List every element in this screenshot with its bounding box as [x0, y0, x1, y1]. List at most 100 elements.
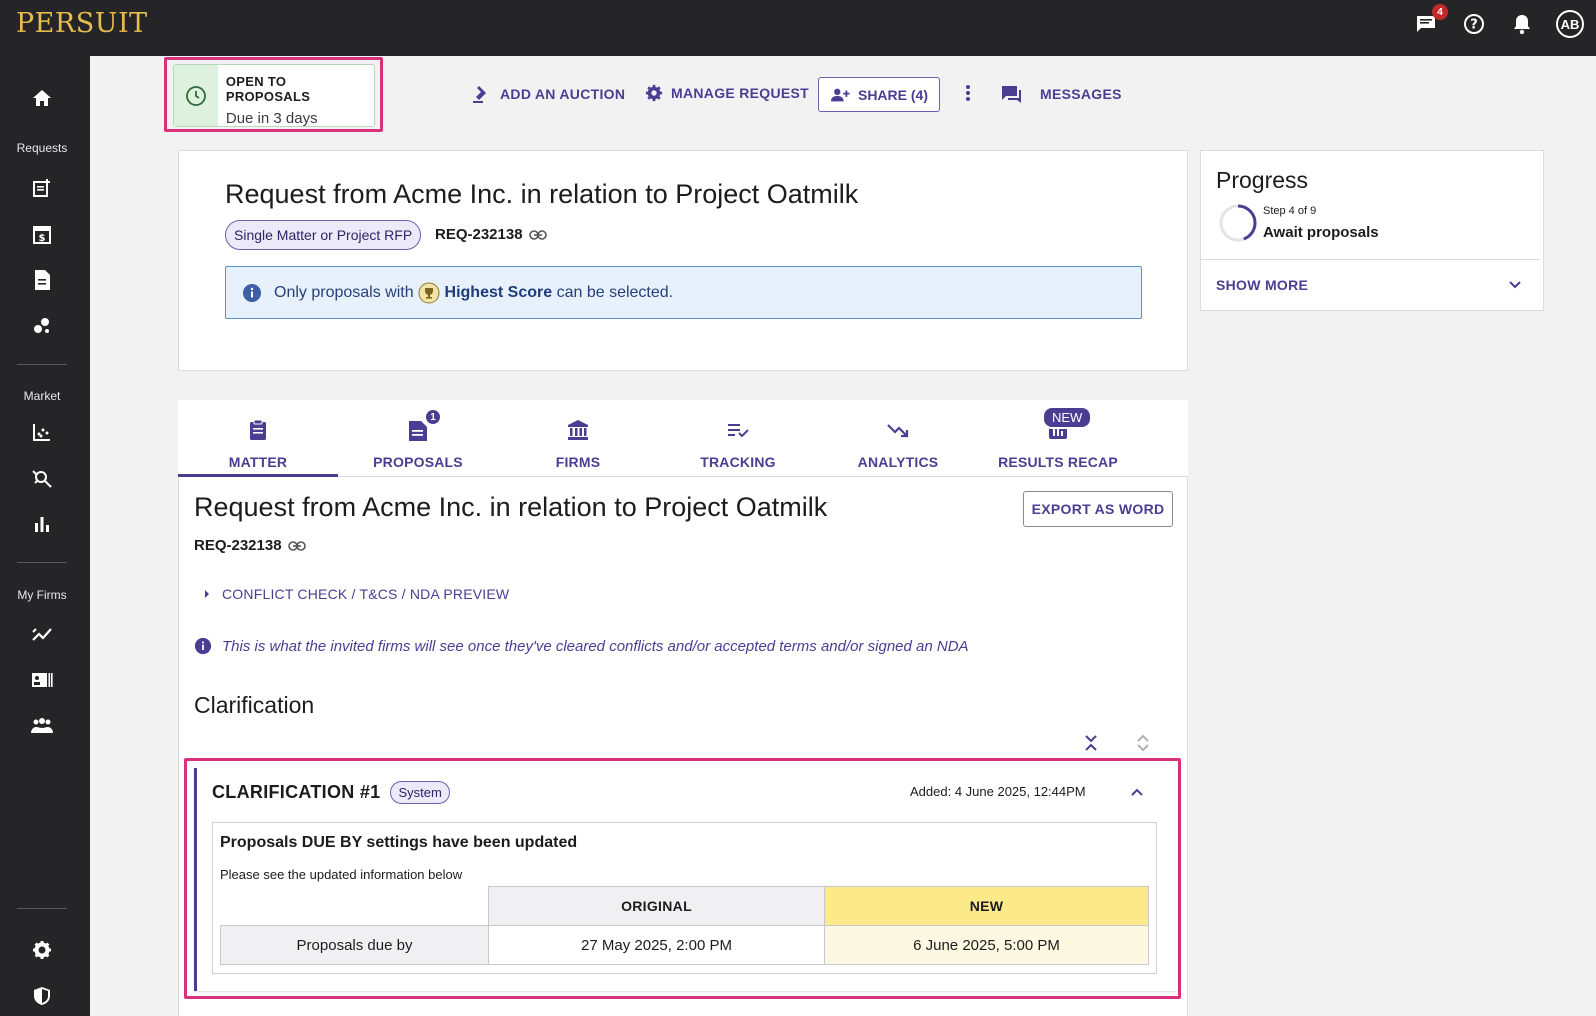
- manage-request-button[interactable]: MANAGE REQUEST: [645, 84, 809, 102]
- table-header-empty: [220, 886, 489, 926]
- tab-proposals-label: PROPOSALS: [373, 454, 463, 470]
- clarification-added-date: Added: 4 June 2025, 12:44PM: [910, 784, 1086, 799]
- request-title: Request from Acme Inc. in relation to Pr…: [225, 179, 859, 209]
- sidebar-divider: [17, 562, 67, 563]
- link-icon[interactable]: [287, 540, 306, 551]
- tab-tracking[interactable]: TRACKING: [658, 400, 818, 477]
- user-avatar[interactable]: AB: [1556, 10, 1584, 38]
- info-icon: [194, 637, 212, 655]
- conflict-check-toggle[interactable]: CONFLICT CHECK / T&CS / NDA PREVIEW: [204, 586, 509, 602]
- progress-ring: [1219, 204, 1257, 242]
- proposals-badge: 1: [424, 408, 442, 426]
- gear-icon: [645, 84, 663, 102]
- sidebar-document-icon[interactable]: [0, 262, 84, 298]
- new-due-value: 6 June 2025, 5:00 PM: [824, 925, 1149, 965]
- messages-badge: 4: [1432, 4, 1448, 20]
- tab-analytics[interactable]: ANALYTICS: [818, 400, 978, 477]
- visibility-note: This is what the invited firms will see …: [194, 637, 969, 655]
- share-button[interactable]: SHARE (4): [818, 77, 940, 112]
- system-chip: System: [390, 781, 450, 804]
- chat-icon: [1002, 86, 1021, 103]
- add-person-icon: [830, 88, 850, 101]
- tab-matter-label: MATTER: [228, 454, 288, 470]
- status-title: OPEN TO PROPOSALS: [225, 74, 311, 104]
- tab-analytics-label: ANALYTICS: [857, 454, 939, 470]
- clarification-title: CLARIFICATION #1 System: [212, 781, 450, 804]
- tab-matter[interactable]: MATTER: [178, 400, 338, 477]
- clarification-heading: Clarification: [194, 692, 315, 718]
- sidebar-calendar-dollar-icon[interactable]: $: [0, 216, 84, 252]
- sidebar-scatter-chart-icon[interactable]: [0, 414, 84, 450]
- sidebar-bar-chart-icon[interactable]: [0, 506, 84, 542]
- sidebar-divider: [17, 908, 67, 909]
- tab-proposals[interactable]: 1 PROPOSALS: [338, 400, 498, 477]
- progress-step-name: Await proposals: [1263, 224, 1379, 241]
- notifications-bell-icon[interactable]: [1508, 10, 1536, 38]
- status-icon-panel: [174, 65, 218, 126]
- table-header-row: ORIGINAL NEW: [220, 886, 1149, 926]
- sidebar-market-search-icon[interactable]: [0, 460, 84, 496]
- svg-text:$: $: [39, 233, 46, 244]
- sidebar-groups-icon[interactable]: [0, 708, 84, 744]
- sidebar-contact-card-icon[interactable]: [0, 662, 84, 698]
- checklist-icon: [727, 416, 749, 444]
- manage-request-label: MANAGE REQUEST: [671, 85, 809, 101]
- tab-bar: MATTER 1 PROPOSALS FIRMS TRACKING ANALYT…: [178, 400, 1188, 477]
- chevron-down-icon[interactable]: [1508, 280, 1522, 290]
- tab-results-recap[interactable]: NEW RESULTS RECAP: [978, 400, 1138, 477]
- request-id-text: REQ-232138: [435, 226, 523, 243]
- sidebar-trending-icon[interactable]: [0, 616, 84, 652]
- status-open-to-proposals[interactable]: OPEN TO PROPOSALS Due in 3 days: [173, 64, 375, 127]
- export-as-word-button[interactable]: EXPORT AS WORD: [1023, 491, 1173, 527]
- messages-button[interactable]: MESSAGES: [1000, 84, 1122, 104]
- more-vertical-icon: [966, 85, 970, 101]
- matter-title: Request from Acme Inc. in relation to Pr…: [194, 492, 828, 522]
- clock-icon: [186, 85, 206, 106]
- more-options-button[interactable]: [965, 84, 971, 102]
- add-auction-label: ADD AN AUCTION: [500, 86, 626, 102]
- help-icon[interactable]: ?: [1460, 10, 1488, 38]
- share-label: SHARE (4): [857, 86, 928, 103]
- svg-text:?: ?: [1470, 18, 1478, 33]
- proposals-document-icon: 1: [408, 408, 442, 444]
- sidebar-section-requests: Requests: [16, 141, 68, 155]
- top-bar: PERSUIT 4 ? AB: [0, 0, 1596, 56]
- info-prefix: Only proposals with: [274, 283, 414, 301]
- messages-icon[interactable]: 4: [1412, 4, 1448, 38]
- sidebar-settings-gear-icon[interactable]: [0, 932, 84, 968]
- sidebar-security-shield-icon[interactable]: [0, 978, 84, 1014]
- sidebar-home-icon[interactable]: [0, 80, 84, 116]
- show-more-button[interactable]: SHOW MORE: [1216, 277, 1308, 293]
- matter-request-id-text: REQ-232138: [194, 537, 282, 554]
- progress-step: Step 4 of 9: [1263, 205, 1317, 217]
- status-due: Due in 3 days: [225, 110, 318, 127]
- add-auction-button[interactable]: ADD AN AUCTION: [472, 84, 625, 104]
- tab-firms-label: FIRMS: [555, 454, 601, 470]
- info-icon: [243, 283, 261, 302]
- chevron-up-icon[interactable]: [1130, 787, 1144, 797]
- info-banner: Only proposals with Highest Score can be…: [225, 266, 1142, 319]
- messages-label: MESSAGES: [1040, 86, 1122, 102]
- request-type-chip: Single Matter or Project RFP: [225, 220, 422, 250]
- collapse-all-icon[interactable]: [1084, 734, 1098, 752]
- caret-right-icon: [205, 590, 209, 598]
- tab-results-recap-label: RESULTS RECAP: [998, 454, 1118, 470]
- progress-title: Progress: [1216, 167, 1309, 193]
- sidebar-bubbles-icon[interactable]: [0, 308, 84, 344]
- visibility-note-text: This is what the invited firms will see …: [222, 637, 969, 655]
- clipboard-icon: [249, 416, 267, 444]
- collapse-controls: [1084, 734, 1150, 752]
- clarification-body-title: Proposals DUE BY settings have been upda…: [220, 834, 578, 851]
- persuit-logo[interactable]: PERSUIT: [16, 8, 148, 39]
- tab-tracking-label: TRACKING: [700, 454, 776, 470]
- link-icon[interactable]: [528, 229, 547, 240]
- sidebar-section-market: Market: [23, 389, 61, 403]
- tab-firms[interactable]: FIRMS: [498, 400, 658, 477]
- bank-building-icon: [567, 416, 589, 444]
- expand-all-icon[interactable]: [1136, 734, 1150, 752]
- top-icons: 4 ? AB: [1412, 4, 1584, 38]
- results-recap-new-badge: NEW: [1042, 406, 1093, 429]
- sidebar-new-request-icon[interactable]: [0, 170, 84, 206]
- sidebar: Requests $ Market My Firms: [0, 56, 90, 1016]
- due-date-comparison-table: ORIGINAL NEW Proposals due by 27 May 202…: [220, 886, 1149, 965]
